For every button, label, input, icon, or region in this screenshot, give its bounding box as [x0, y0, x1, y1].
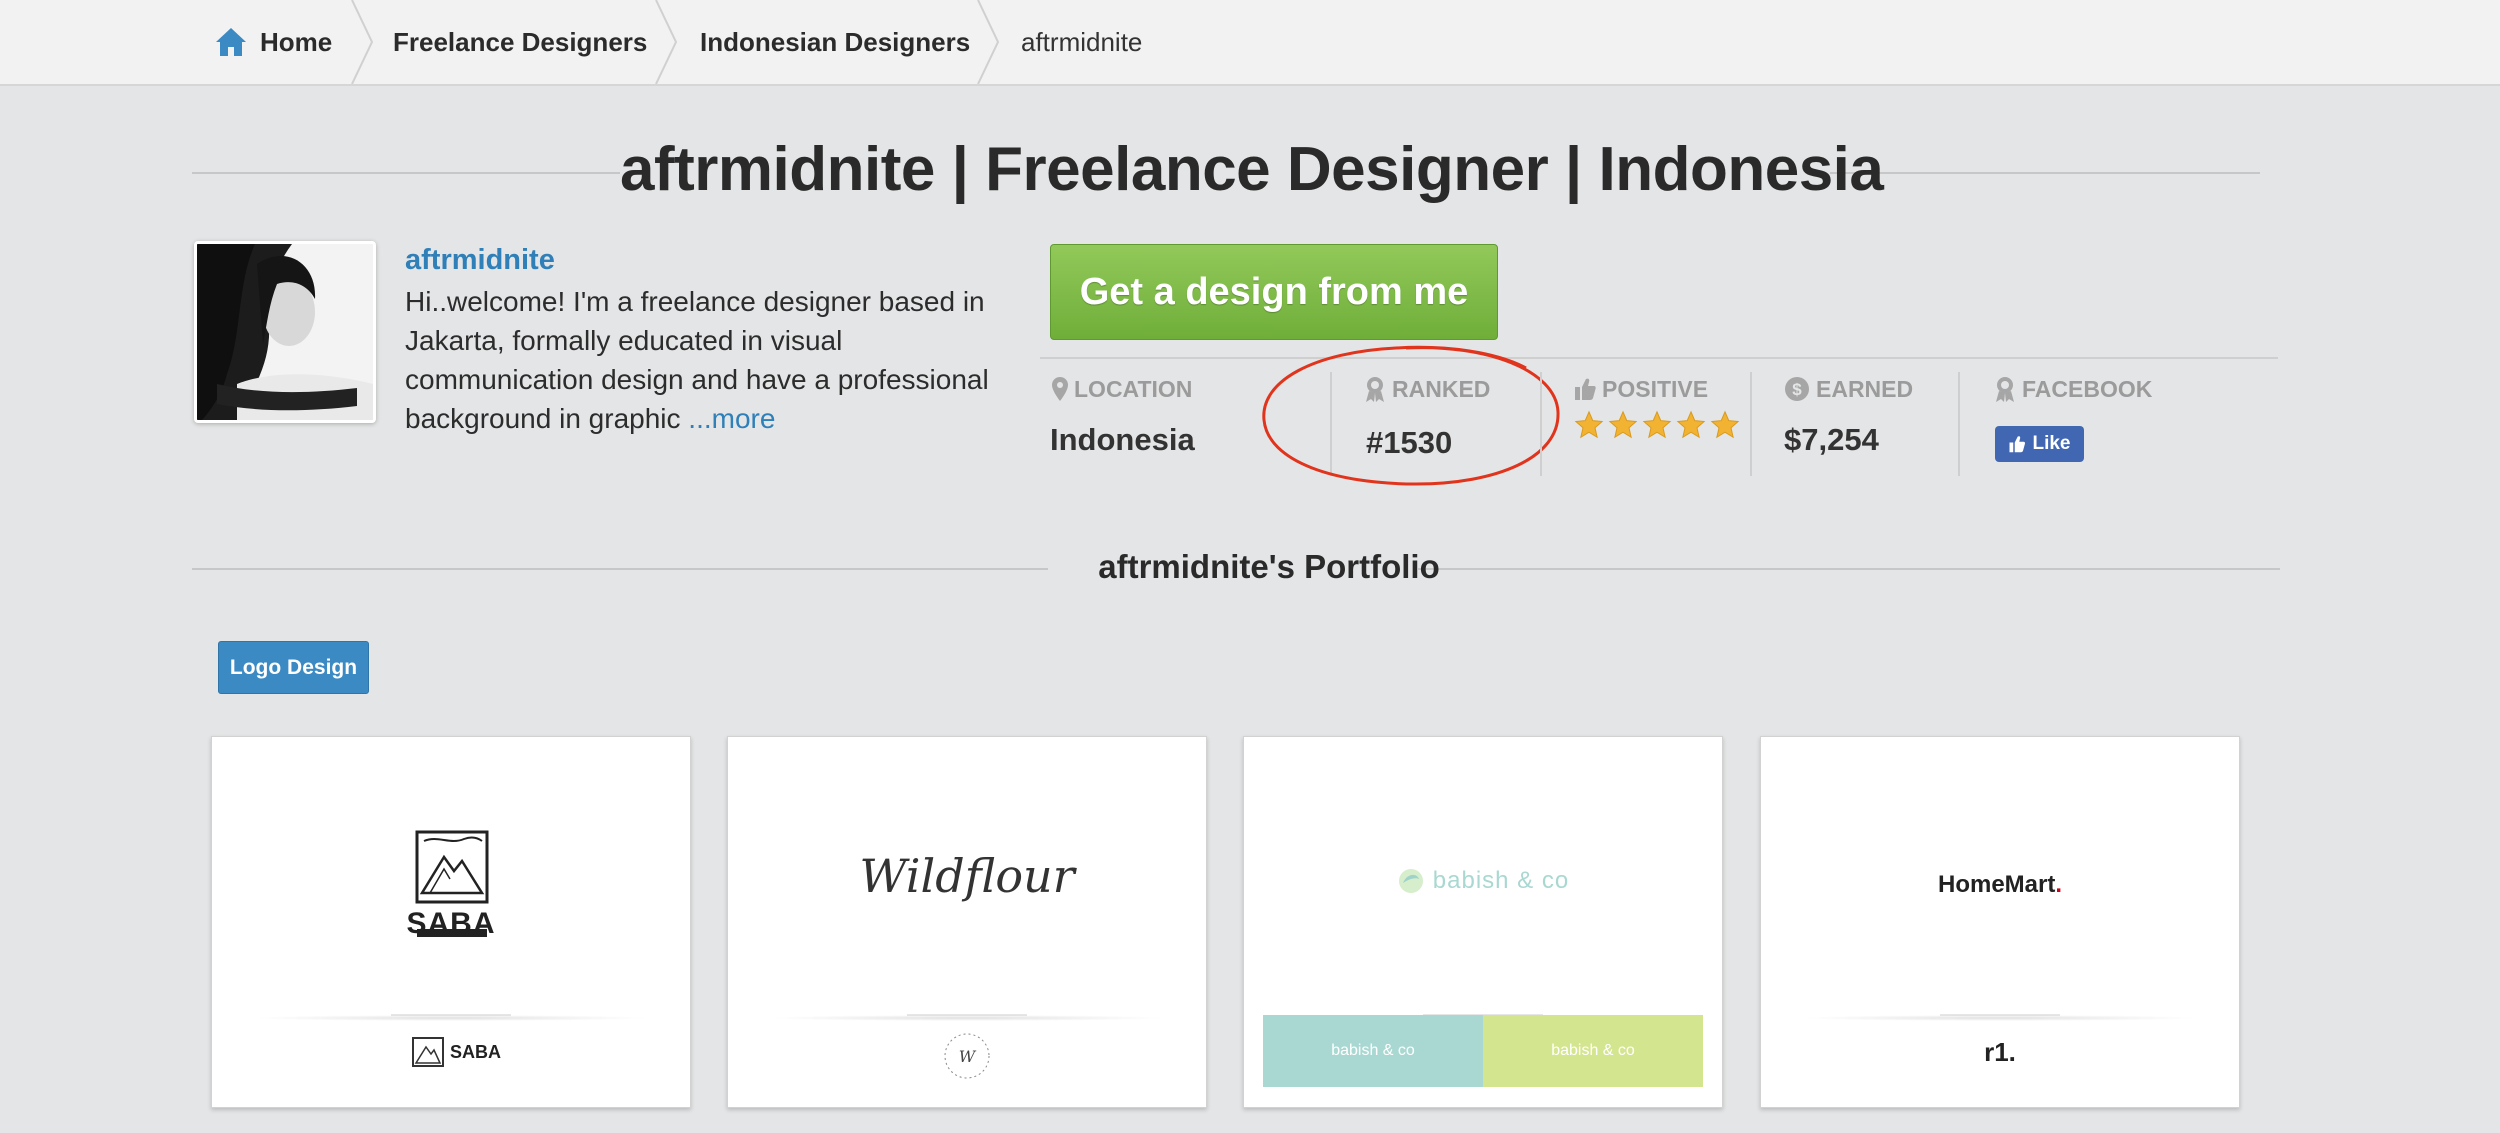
stat-earned-label-text: EARNED: [1816, 375, 1914, 402]
stat-location-label: LOCATION: [1052, 374, 1192, 404]
homemart-dot: .: [2055, 871, 2063, 898]
breadcrumb-current: aftrmidnite: [1021, 26, 1143, 57]
stat-earned-label: $ EARNED: [1784, 374, 1913, 404]
more-link[interactable]: ...more: [688, 403, 775, 434]
star-icon: [1676, 410, 1706, 439]
chevron-divider-icon: [655, 0, 678, 84]
like-label: Like: [2032, 433, 2071, 454]
stat-positive-label-text: POSITIVE: [1602, 375, 1709, 402]
portfolio-card[interactable]: SABA SABA: [211, 736, 691, 1108]
chevron-divider-icon: [977, 0, 1000, 84]
portfolio-card[interactable]: HomeMart. r1.: [1760, 736, 2240, 1108]
thumbs-up-icon: [1575, 378, 1596, 400]
card-caption: [1244, 1003, 1722, 1016]
profile-bio: Hi..welcome! I'm a freelance designer ba…: [405, 282, 1005, 438]
wildflour-seal-icon: W: [944, 1033, 990, 1079]
stat-separator: [1750, 372, 1752, 476]
logo-design-filter-button[interactable]: Logo Design: [218, 641, 369, 694]
saba-logo-text: SABA: [406, 907, 496, 940]
babish-swatch-text: babish & co: [1551, 1042, 1635, 1059]
card-divider: [768, 1015, 1166, 1021]
title-rule-right: [1830, 172, 2260, 174]
breadcrumb-indonesian-designers[interactable]: Indonesian Designers: [700, 0, 970, 84]
homemart-wordmark: HomeMart: [1937, 871, 2056, 898]
breadcrumb-label: Home: [260, 26, 333, 57]
location-pin-icon: [1052, 377, 1068, 401]
page-title: aftrmidnite | Freelance Designer | Indon…: [620, 135, 1884, 204]
r1-logo-text: r1.: [1984, 1037, 2016, 1067]
babish-logo-text: babish & co: [1432, 867, 1570, 894]
facebook-like-button[interactable]: Like: [1995, 426, 2084, 462]
portfolio-title: aftrmidnite's Portfolio: [1098, 548, 1440, 585]
stat-earned-value: $7,254: [1784, 422, 1879, 457]
stat-separator: [1540, 372, 1542, 476]
avatar[interactable]: [194, 241, 376, 423]
stat-facebook-label: FACEBOOK: [1994, 374, 2152, 404]
breadcrumb: Home Freelance Designers Indonesian Desi…: [0, 0, 2500, 86]
svg-text:W: W: [959, 1047, 977, 1066]
stat-location-value: Indonesia: [1050, 422, 1195, 457]
chevron-divider-icon: [351, 0, 374, 84]
wildflour-logo-text: Wildflour: [859, 849, 1075, 903]
star-icon: [1710, 410, 1740, 439]
star-icon: [1642, 410, 1672, 439]
stat-facebook-label-text: FACEBOOK: [2022, 375, 2153, 402]
stat-separator: [1958, 372, 1960, 476]
card-caption: [728, 1003, 1206, 1016]
home-icon: [216, 28, 246, 56]
portfolio-card[interactable]: Wildflour W: [727, 736, 1207, 1108]
highlight-circle: [1262, 345, 1560, 486]
award-ribbon-icon: [1996, 377, 2014, 402]
card-divider: [1801, 1015, 2199, 1021]
star-icon: [1608, 410, 1638, 439]
stat-location-label-text: LOCATION: [1074, 375, 1193, 402]
babish-green-swatch: babish & co: [1483, 1015, 1703, 1087]
mountain-emblem-icon: [412, 1037, 444, 1067]
svg-text:$: $: [1792, 380, 1802, 399]
stat-positive-label: POSITIVE: [1574, 374, 1708, 404]
profile-username-link[interactable]: aftrmidnite: [405, 244, 555, 277]
breadcrumb-freelance-designers[interactable]: Freelance Designers: [393, 0, 647, 84]
dollar-coin-icon: $: [1785, 377, 1809, 401]
card-caption: [212, 1003, 690, 1016]
babish-teal-swatch: babish & co: [1263, 1015, 1483, 1087]
homemart-logo-text: HomeMart.: [1761, 871, 2239, 899]
stats-divider: [1040, 357, 2278, 359]
get-design-button[interactable]: Get a design from me: [1050, 244, 1498, 340]
portfolio-rule-right: [1418, 568, 2280, 570]
portfolio-card[interactable]: babish & co babish & co babish & co: [1243, 736, 1723, 1108]
card-thumbnail-row: SABA: [412, 1037, 501, 1067]
title-rule-left: [192, 172, 620, 174]
babish-swatch-text: babish & co: [1331, 1042, 1415, 1059]
star-icon: [1574, 410, 1604, 439]
babish-leaf-icon: [1398, 869, 1423, 893]
thumbs-up-icon: [2009, 436, 2026, 453]
saba-small-text: SABA: [450, 1041, 502, 1062]
breadcrumb-home[interactable]: Home: [214, 0, 332, 84]
card-caption: [1761, 1003, 2239, 1016]
card-divider: [252, 1015, 650, 1021]
portfolio-rule-left: [192, 568, 1048, 570]
babish-logo: babish & co: [1244, 867, 1722, 895]
avatar-photo: [197, 244, 373, 420]
rating-stars: [1574, 410, 1740, 440]
